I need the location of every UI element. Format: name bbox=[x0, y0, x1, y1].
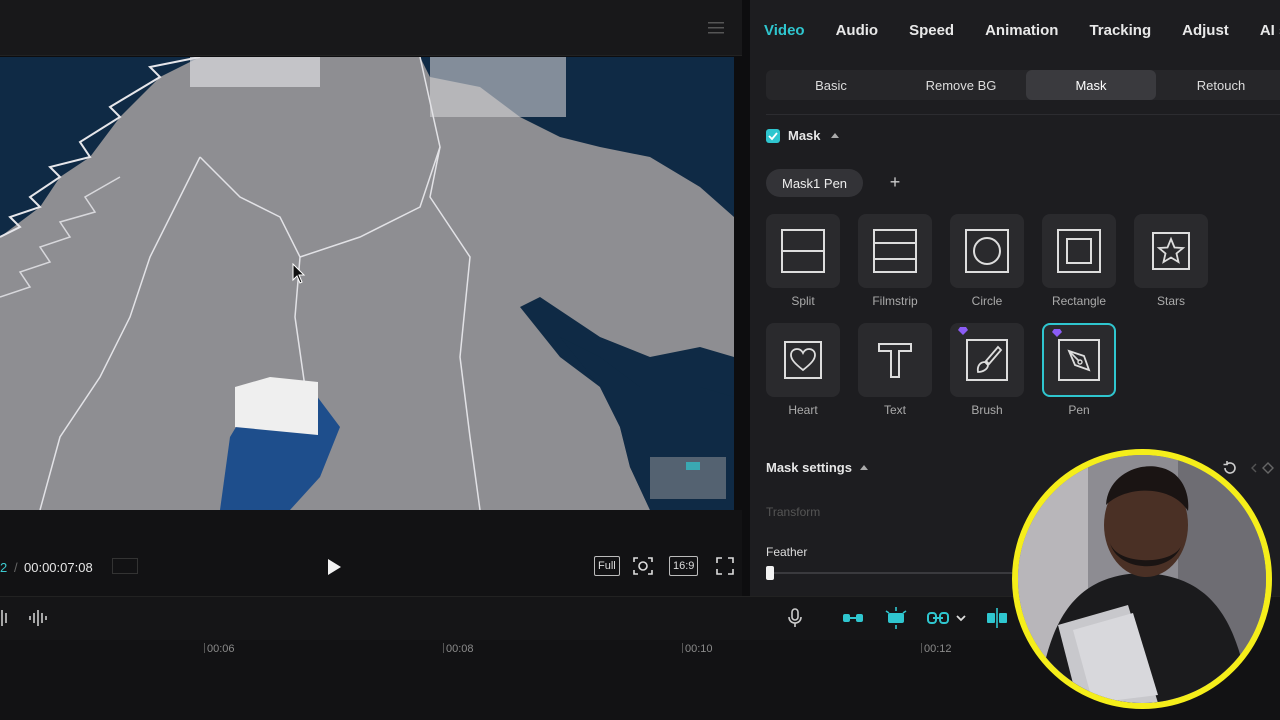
ruler-tick: 00:10 bbox=[682, 643, 713, 655]
mouse-cursor-icon bbox=[292, 263, 306, 284]
mask-option-split[interactable]: Split bbox=[766, 214, 840, 308]
split-icon bbox=[781, 229, 825, 273]
mask-label: Heart bbox=[788, 403, 818, 417]
mask-settings-label: Mask settings bbox=[766, 460, 852, 475]
heart-icon bbox=[784, 341, 822, 379]
magnet-snap-icon[interactable] bbox=[884, 607, 908, 629]
tab-ai-style[interactable]: AI sty bbox=[1260, 22, 1280, 39]
current-timecode: 2 bbox=[0, 560, 8, 575]
aspect-ratio-button[interactable]: 16:9 bbox=[669, 556, 699, 576]
divider bbox=[766, 114, 1280, 115]
keyframe-nav-icon[interactable] bbox=[1250, 462, 1280, 474]
tab-video[interactable]: Video bbox=[764, 22, 805, 39]
property-tabs: Video Audio Speed Animation Tracking Adj… bbox=[750, 0, 1280, 60]
video-subtabs: Basic Remove BG Mask Retouch bbox=[766, 70, 1280, 100]
tab-tracking[interactable]: Tracking bbox=[1089, 22, 1151, 39]
reset-icon[interactable] bbox=[1222, 460, 1238, 476]
filmstrip-icon bbox=[873, 229, 917, 273]
mask-label: Text bbox=[883, 403, 906, 417]
feather-label: Feather bbox=[766, 545, 808, 559]
mask-layer-chip[interactable]: Mask1 Pen bbox=[766, 169, 864, 197]
checkmark-icon bbox=[768, 131, 778, 140]
mask-label: Rectangle bbox=[1051, 294, 1107, 308]
mask-label: Circle bbox=[971, 294, 1003, 308]
mask-option-text[interactable]: Text bbox=[858, 323, 932, 417]
ruler-tick: 00:08 bbox=[443, 643, 474, 655]
mask-label: Pen bbox=[1068, 403, 1090, 417]
brush-icon bbox=[966, 339, 1008, 381]
subtab-remove-bg[interactable]: Remove BG bbox=[896, 70, 1026, 100]
mask-option-filmstrip[interactable]: Filmstrip bbox=[858, 214, 932, 308]
split-tool-icon[interactable] bbox=[0, 609, 8, 627]
map-image bbox=[0, 57, 734, 510]
tab-animation[interactable]: Animation bbox=[985, 22, 1058, 39]
mask-label: Brush bbox=[971, 403, 1003, 417]
total-timecode: 00:00:07:08 bbox=[24, 560, 93, 575]
preview-controls: 2 / 00:00:07:08 Full 16:9 bbox=[0, 510, 742, 596]
mask-option-stars[interactable]: Stars bbox=[1134, 214, 1208, 308]
tab-speed[interactable]: Speed bbox=[909, 22, 954, 39]
mask-label: Stars bbox=[1156, 294, 1185, 308]
subtab-mask[interactable]: Mask bbox=[1026, 70, 1156, 100]
transform-label: Transform bbox=[766, 505, 821, 519]
preview-header bbox=[0, 0, 742, 56]
menu-icon[interactable] bbox=[708, 22, 724, 34]
subtab-retouch[interactable]: Retouch bbox=[1156, 70, 1280, 100]
video-preview[interactable] bbox=[0, 57, 734, 510]
mask-checkbox[interactable] bbox=[766, 128, 780, 143]
preview-axis-icon[interactable] bbox=[986, 608, 1008, 628]
add-mask-button[interactable]: + bbox=[886, 173, 904, 191]
pen-icon bbox=[1058, 339, 1100, 381]
mask-option-rectangle[interactable]: Rectangle bbox=[1042, 214, 1116, 308]
mask-label: Split bbox=[791, 294, 815, 308]
microphone-icon[interactable] bbox=[787, 608, 803, 628]
premium-gem-icon bbox=[958, 327, 968, 335]
editor-window: 2 / 00:00:07:08 Full 16:9 Video Audio Sp… bbox=[0, 0, 1280, 720]
full-quality-button[interactable]: Full bbox=[594, 556, 620, 576]
premium-gem-icon bbox=[1052, 329, 1062, 337]
ruler-tick: 00:12 bbox=[921, 643, 952, 655]
auto-link-icon[interactable] bbox=[927, 611, 949, 625]
mask-toggle[interactable]: Mask bbox=[766, 128, 839, 143]
grid-icon[interactable] bbox=[112, 558, 138, 574]
zoom-fit-icon[interactable] bbox=[632, 556, 654, 576]
play-button[interactable] bbox=[326, 558, 342, 576]
timecode-separator: / bbox=[14, 560, 18, 575]
tab-audio[interactable]: Audio bbox=[836, 22, 879, 39]
text-icon bbox=[878, 343, 912, 378]
mask-settings-header[interactable]: Mask settings bbox=[766, 460, 868, 475]
collapse-caret-icon[interactable] bbox=[859, 465, 868, 470]
audio-waveform-icon[interactable] bbox=[28, 609, 48, 627]
circle-icon bbox=[965, 229, 1009, 273]
link-clips-icon[interactable] bbox=[842, 611, 864, 625]
mask-option-heart[interactable]: Heart bbox=[766, 323, 840, 417]
chevron-down-icon[interactable] bbox=[956, 614, 966, 622]
collapse-caret-icon[interactable] bbox=[830, 133, 839, 138]
subtab-basic[interactable]: Basic bbox=[766, 70, 896, 100]
tab-adjust[interactable]: Adjust bbox=[1182, 22, 1229, 39]
rectangle-icon bbox=[1057, 229, 1101, 273]
star-icon bbox=[1152, 232, 1190, 270]
fullscreen-icon[interactable] bbox=[716, 556, 734, 576]
mask-option-circle[interactable]: Circle bbox=[950, 214, 1024, 308]
feather-slider-handle[interactable] bbox=[766, 566, 774, 580]
mask-option-brush[interactable]: Brush bbox=[950, 323, 1024, 417]
webcam-overlay bbox=[1012, 449, 1272, 709]
presenter-video bbox=[1018, 455, 1266, 703]
mask-label: Filmstrip bbox=[872, 294, 918, 308]
mask-option-pen[interactable]: Pen bbox=[1042, 323, 1116, 417]
ruler-tick: 00:06 bbox=[204, 643, 235, 655]
mask-section-label: Mask bbox=[788, 128, 821, 143]
